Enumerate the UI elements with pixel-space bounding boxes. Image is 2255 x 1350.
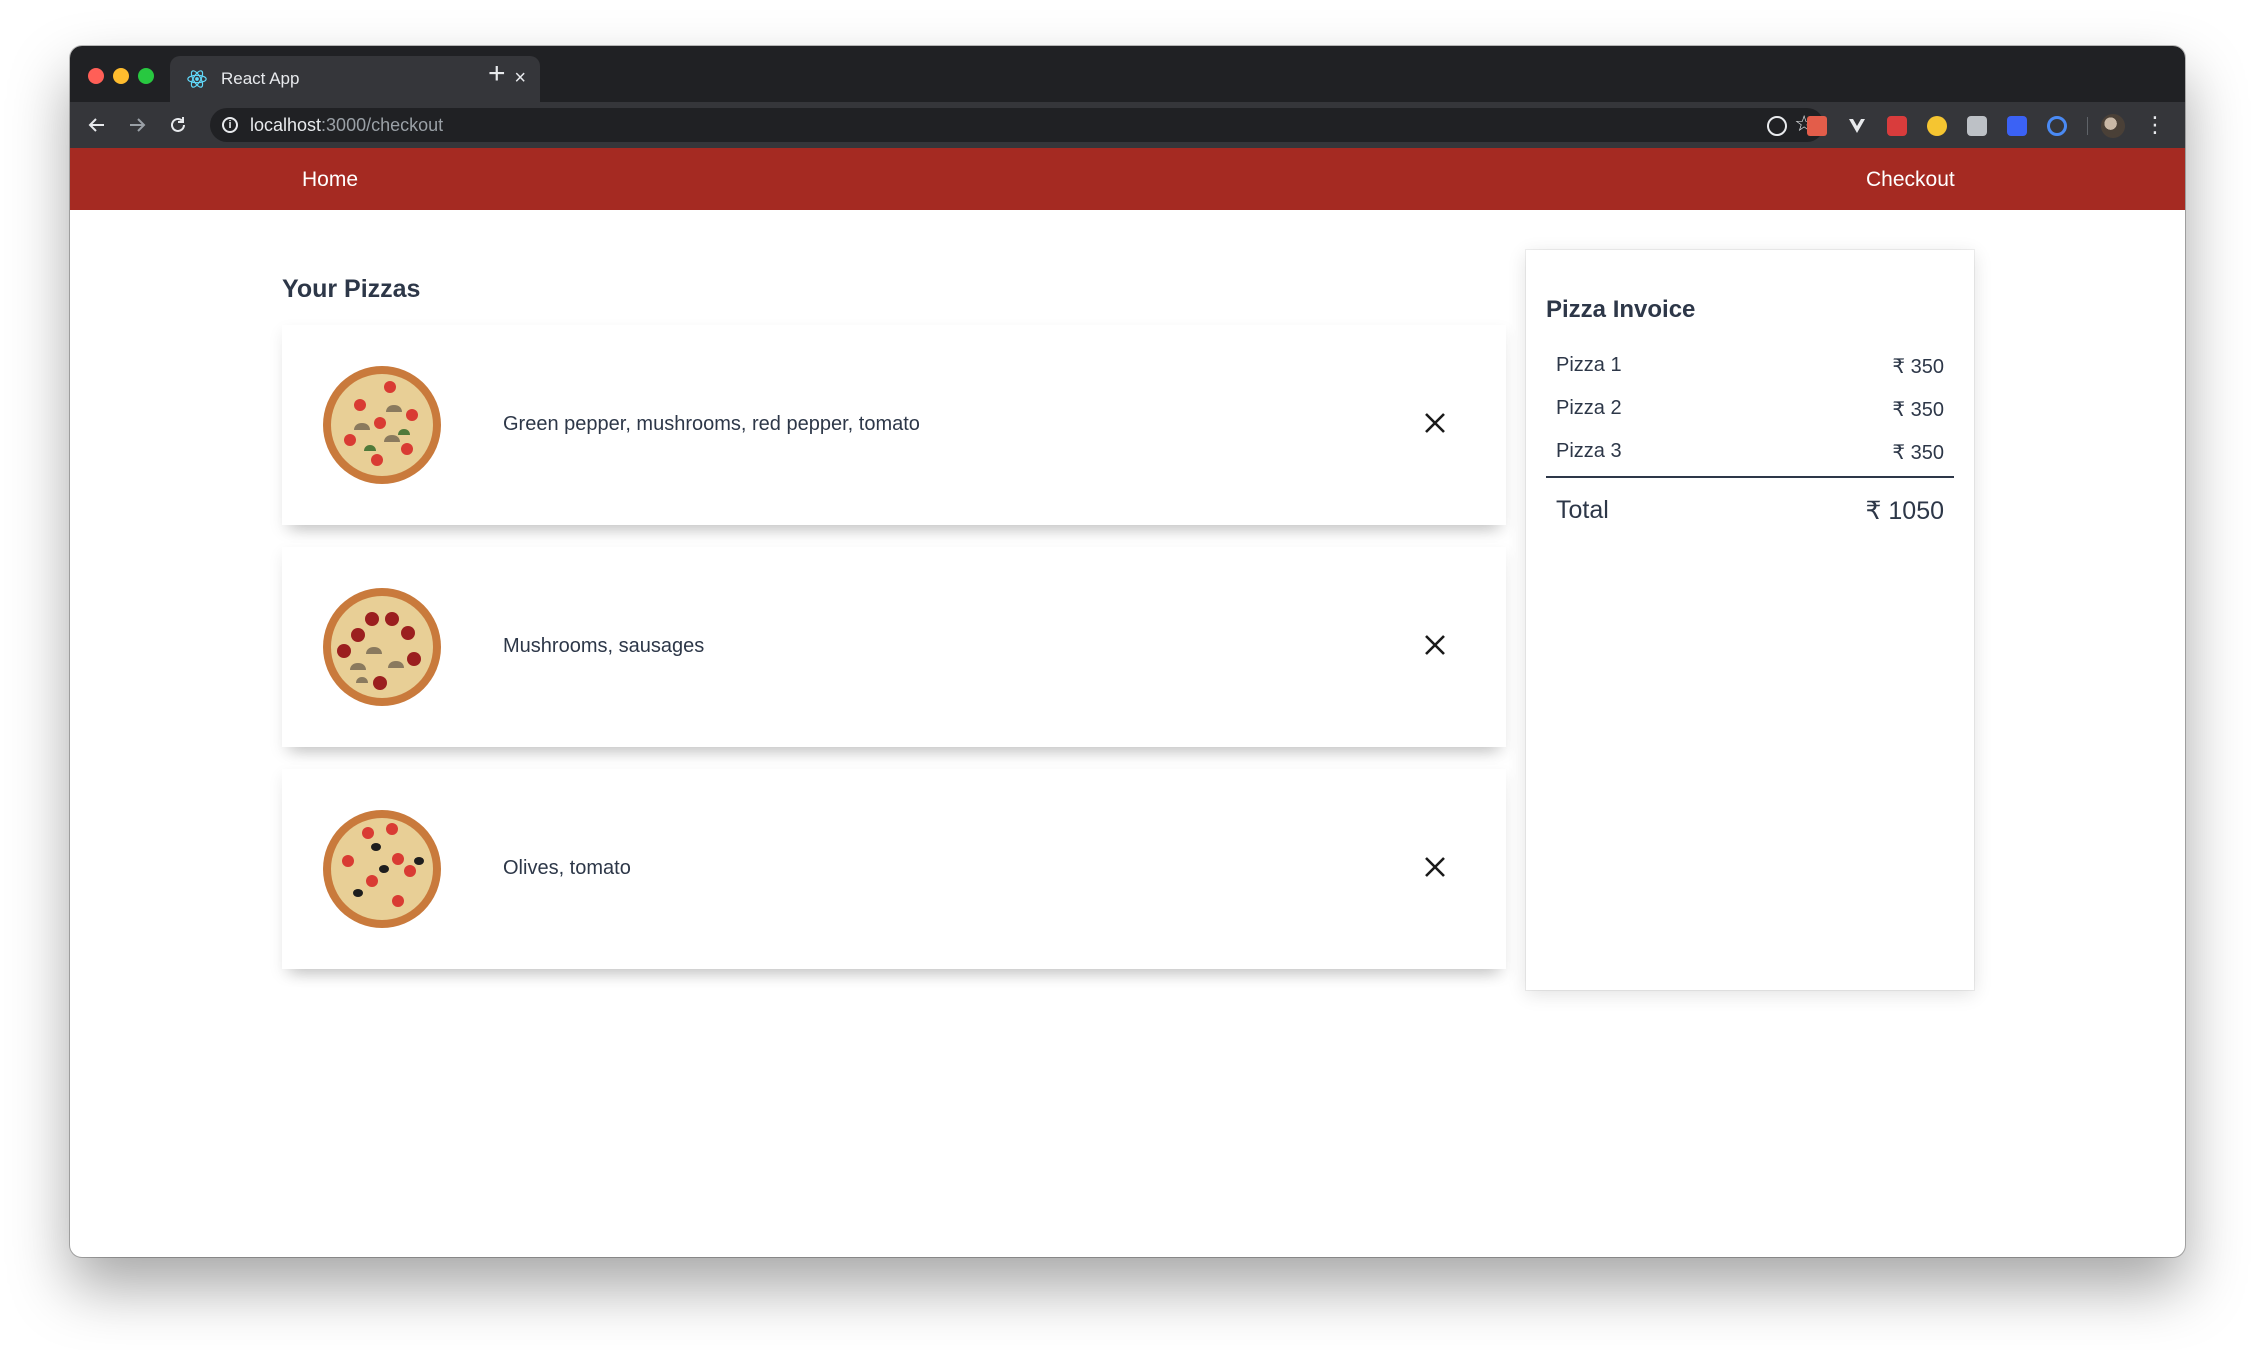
info-icon[interactable]: i <box>222 117 238 133</box>
page-title: Your Pizzas <box>282 275 421 303</box>
pizza-toppings: Green pepper, mushrooms, red pepper, tom… <box>503 413 920 435</box>
new-tab-button[interactable]: + <box>488 57 506 91</box>
pizza-toppings: Mushrooms, sausages <box>503 635 705 657</box>
address-bar[interactable]: i localhost:3000/checkout ☆ <box>210 108 1824 142</box>
extension-ring-icon[interactable] <box>2047 116 2067 136</box>
extension-target-icon[interactable] <box>1767 116 1787 136</box>
tab-close-icon[interactable]: × <box>514 66 526 90</box>
invoice-total-value: ₹ 1050 <box>1865 497 1944 525</box>
invoice-total-row: Total ₹ 1050 <box>1556 496 1944 532</box>
forward-arrow-icon[interactable] <box>122 110 152 140</box>
profile-avatar[interactable] <box>2101 114 2125 138</box>
pizza-image <box>323 588 441 706</box>
invoice-item-name: Pizza 2 <box>1556 397 1622 419</box>
browser-toolbar: i localhost:3000/checkout ☆ ⋮ <box>70 102 2185 148</box>
nav-link-home[interactable]: Home <box>302 168 358 192</box>
pizza-toppings: Olives, tomato <box>503 857 631 879</box>
zoom-window-button[interactable] <box>138 68 154 84</box>
invoice-divider <box>1546 476 1954 478</box>
invoice-line-item: Pizza 3 ₹ 350 <box>1556 440 1944 468</box>
nav-link-checkout[interactable]: Checkout <box>1866 168 1955 192</box>
remove-pizza-close-icon[interactable] <box>1422 410 1448 436</box>
remove-pizza-close-icon[interactable] <box>1422 632 1448 658</box>
pizza-card: Green pepper, mushrooms, red pepper, tom… <box>282 325 1506 525</box>
invoice-line-item: Pizza 2 ₹ 350 <box>1556 397 1944 425</box>
extension-camera-icon[interactable] <box>1967 116 1987 136</box>
invoice-item-name: Pizza 3 <box>1556 440 1622 462</box>
extension-ninja-icon[interactable] <box>1807 116 1827 136</box>
toolbar-divider <box>2087 117 2088 135</box>
pizza-card: Olives, tomato <box>282 769 1506 969</box>
back-arrow-icon[interactable] <box>82 110 112 140</box>
extension-chart-icon[interactable] <box>2007 116 2027 136</box>
tab-strip: React App × + <box>70 46 2185 102</box>
invoice-panel: Pizza Invoice Pizza 1 ₹ 350 Pizza 2 ₹ 35… <box>1526 250 1974 990</box>
invoice-line-item: Pizza 1 ₹ 350 <box>1556 354 1944 382</box>
react-icon <box>187 70 207 88</box>
pizza-image <box>323 810 441 928</box>
extension-gift-icon[interactable] <box>1887 116 1907 136</box>
app-navbar: Home Checkout <box>70 148 2185 210</box>
invoice-total-label: Total <box>1556 496 1609 524</box>
extension-vue-icon[interactable] <box>1847 116 1867 136</box>
tab-title: React App <box>221 69 300 88</box>
remove-pizza-close-icon[interactable] <box>1422 854 1448 880</box>
reload-icon[interactable] <box>163 110 193 140</box>
pizza-card: Mushrooms, sausages <box>282 547 1506 747</box>
invoice-title: Pizza Invoice <box>1546 296 1696 323</box>
close-window-button[interactable] <box>88 68 104 84</box>
minimize-window-button[interactable] <box>113 68 129 84</box>
tab-react-app[interactable]: React App × <box>170 56 540 102</box>
invoice-item-name: Pizza 1 <box>1556 354 1622 376</box>
extension-smiley-icon[interactable] <box>1927 116 1947 136</box>
invoice-item-price: ₹ 350 <box>1892 399 1944 421</box>
invoice-item-price: ₹ 350 <box>1892 356 1944 378</box>
url-text: localhost:3000/checkout <box>250 115 444 135</box>
pizza-image <box>323 366 441 484</box>
invoice-item-price: ₹ 350 <box>1892 442 1944 464</box>
browser-menu-icon[interactable]: ⋮ <box>2144 112 2166 138</box>
